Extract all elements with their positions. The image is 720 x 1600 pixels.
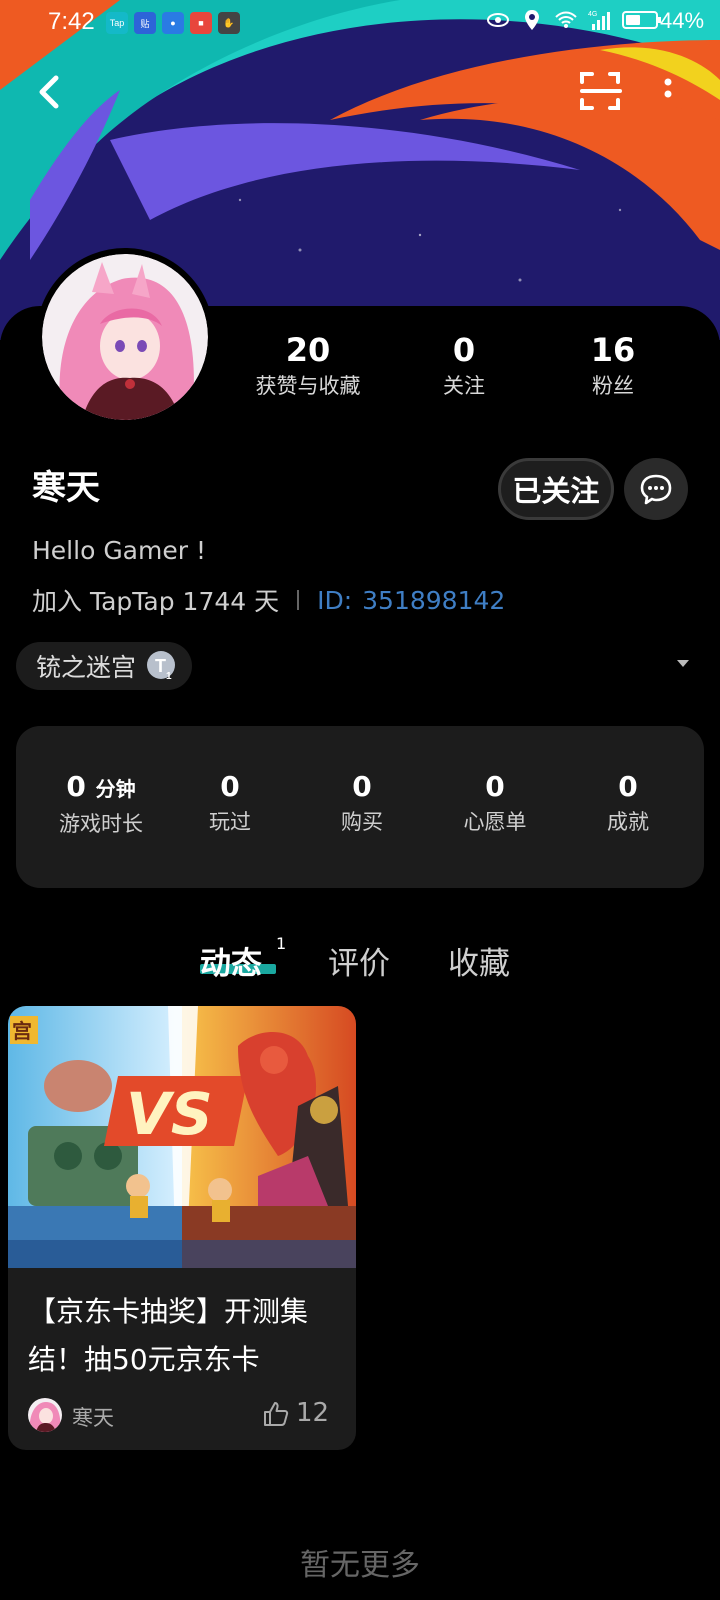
taptap-app-icon: Tap <box>106 12 128 34</box>
post-image: 宫 VS <box>8 1006 356 1268</box>
play-stat-label: 购买 <box>341 810 383 834</box>
tieba-app-icon: 贴 <box>134 12 156 34</box>
user-id[interactable]: 351898142 <box>362 586 505 615</box>
play-stat-label: 成就 <box>607 810 649 834</box>
battery-percent: 44% <box>660 8 705 33</box>
post-title: 【京东卡抽奖】开测集结！抽50元京东卡 <box>28 1295 309 1376</box>
game-tag-label: 铳之迷宫 <box>36 653 137 682</box>
stat-label: 关注 <box>443 374 485 398</box>
thumbs-up-icon[interactable] <box>262 1400 290 1428</box>
status-indicators: 4G <box>486 8 662 32</box>
join-info: 加入 TapTap 1744 天 ID: 351898142 <box>32 582 505 618</box>
play-stat-wishlist[interactable]: 0 心愿单 <box>428 770 562 840</box>
location-icon <box>525 10 539 30</box>
notification-icons: Tap 贴 ● ■ ✋ <box>106 12 240 34</box>
no-more-text: 暂无更多 <box>300 1548 420 1583</box>
game-tag[interactable]: 铳之迷宫 T 1 <box>16 642 193 690</box>
more-button[interactable] <box>656 70 680 114</box>
wifi-icon <box>555 11 577 28</box>
stat-likes-favorites[interactable]: 20 获赞与收藏 <box>233 330 383 402</box>
avatar-image <box>42 254 208 420</box>
scan-button[interactable] <box>578 68 624 114</box>
post-author-avatar <box>28 1398 62 1432</box>
status-time: 7:42 <box>48 8 95 35</box>
play-stat-label: 游戏时长 <box>59 812 143 836</box>
message-icon <box>640 474 672 505</box>
stat-value: 20 <box>285 331 331 369</box>
more-vertical-icon <box>664 78 672 98</box>
back-button[interactable] <box>28 70 72 114</box>
message-button[interactable] <box>624 458 688 520</box>
tab-moments[interactable]: 动态 <box>200 938 262 983</box>
play-stat-value: 0 <box>352 770 372 803</box>
avatar[interactable] <box>36 248 214 426</box>
divider <box>297 590 300 610</box>
taptap-badge-icon: T 1 <box>147 651 176 682</box>
svg-text:T: T <box>155 656 166 676</box>
stat-followers[interactable]: 16 粉丝 <box>538 330 688 402</box>
back-arrow-icon <box>39 75 59 109</box>
stat-label: 获赞与收藏 <box>255 374 361 398</box>
tab-reviews[interactable]: 评价 <box>328 938 390 983</box>
signal-icon: 4G <box>588 11 610 30</box>
join-days: 加入 TapTap 1744 天 <box>32 587 280 616</box>
svg-text:4G: 4G <box>588 11 597 18</box>
user-id-label: ID: <box>317 585 353 615</box>
stat-label: 粉丝 <box>592 374 634 398</box>
shopping-app-icon: ■ <box>190 12 212 34</box>
play-stats-card: 0 分钟 游戏时长 0 玩过 0 购买 0 心愿单 0 成就 <box>16 726 704 888</box>
post-author-name: 寒天 <box>72 1406 114 1430</box>
eye-icon <box>487 13 509 27</box>
play-stat-label: 玩过 <box>209 810 251 834</box>
stat-value: 0 <box>452 331 476 369</box>
like-count: 12 <box>296 1398 330 1428</box>
play-stat-value: 0 <box>220 770 240 803</box>
followed-button[interactable]: 已关注 <box>498 458 614 520</box>
tab-favorites[interactable]: 收藏 <box>448 938 510 983</box>
stat-value: 16 <box>590 331 636 369</box>
battery-icon <box>622 11 661 29</box>
scan-icon <box>580 72 622 110</box>
play-stat-value: 0 <box>618 770 638 803</box>
svg-text:宫: 宫 <box>12 1019 32 1043</box>
play-stat-purchased[interactable]: 0 购买 <box>295 770 429 840</box>
play-stat-value: 0 <box>485 770 505 803</box>
svg-text:1: 1 <box>166 671 172 682</box>
stat-following[interactable]: 0 关注 <box>389 330 539 402</box>
play-stat-played[interactable]: 0 玩过 <box>163 770 297 840</box>
play-stat-value: 0 分钟 <box>66 770 136 803</box>
post-card[interactable]: 宫 VS 【京东卡抽奖】开测集结！抽50元京东卡 寒天 12 <box>8 1006 356 1450</box>
play-stat-achievements[interactable]: 0 成就 <box>561 770 695 840</box>
profile-bio: Hello Gamer ! <box>32 536 206 565</box>
play-stat-playtime[interactable]: 0 分钟 游戏时长 <box>34 770 168 842</box>
dropdown-arrow-icon[interactable] <box>674 654 692 672</box>
svg-text:VS: VS <box>126 1080 213 1148</box>
play-stat-label: 心愿单 <box>463 810 527 834</box>
hand-app-icon: ✋ <box>218 12 240 34</box>
status-bar: 7:42 Tap 贴 ● ■ ✋ 4G 44% <box>0 0 720 46</box>
username: 寒天 <box>32 468 100 508</box>
bulb-app-icon: ● <box>162 12 184 34</box>
tab-moments-count: 1 <box>276 934 287 953</box>
